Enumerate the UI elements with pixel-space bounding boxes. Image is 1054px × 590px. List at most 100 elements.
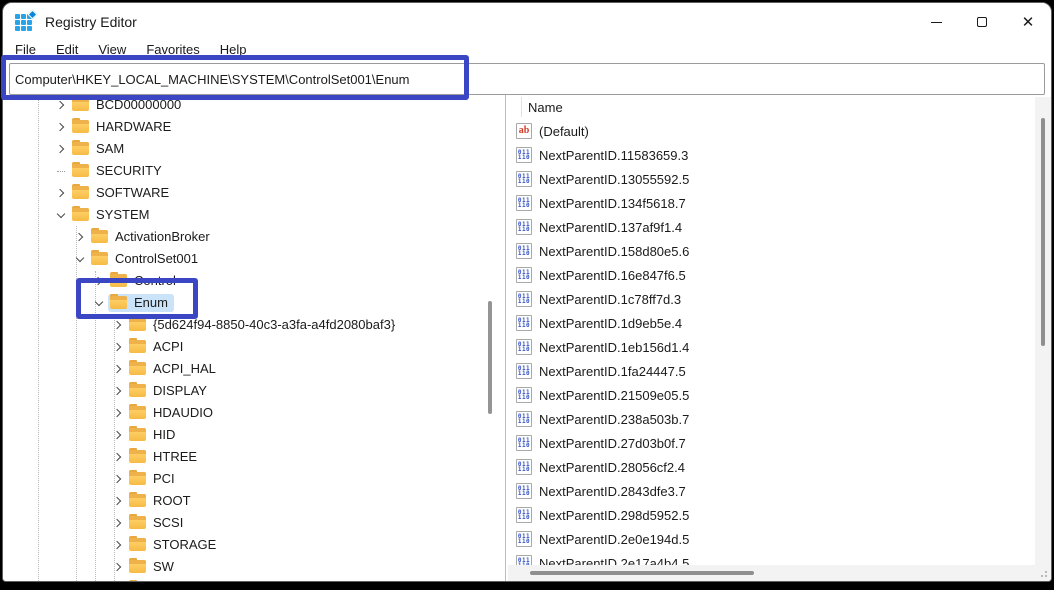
folder-icon xyxy=(129,494,146,507)
tree-item-controlset001[interactable]: ControlSet001 xyxy=(3,248,487,270)
tree-item-label: PCI xyxy=(153,471,175,486)
values-vertical-scrollbar-track[interactable] xyxy=(1035,97,1051,565)
value-row[interactable]: 011110NextParentID.21509e05.5 xyxy=(508,383,1035,407)
value-name: NextParentID.13055592.5 xyxy=(539,172,689,187)
address-bar-input[interactable]: Computer\HKEY_LOCAL_MACHINE\SYSTEM\Contr… xyxy=(9,63,1045,95)
tree-item-activationbroker[interactable]: ActivationBroker xyxy=(3,226,487,248)
dword-value-icon: 011110 xyxy=(516,171,532,187)
value-name: NextParentID.158d80e5.6 xyxy=(539,244,689,259)
value-row[interactable]: 011110NextParentID.1d9eb5e.4 xyxy=(508,311,1035,335)
tree-item-sam[interactable]: SAM xyxy=(3,138,487,160)
tree-item-control[interactable]: Control xyxy=(3,270,487,292)
value-row[interactable]: ab(Default) xyxy=(508,119,1035,143)
dword-value-icon: 011110 xyxy=(516,363,532,379)
chevron-right-icon[interactable] xyxy=(51,97,70,113)
folder-icon xyxy=(129,472,146,485)
tree-item-system[interactable]: SYSTEM xyxy=(3,204,487,226)
chevron-right-icon[interactable] xyxy=(108,559,127,575)
dword-value-icon: 011110 xyxy=(516,483,532,499)
values-vertical-scrollbar-thumb[interactable] xyxy=(1041,118,1045,346)
tree-item-hid[interactable]: HID xyxy=(3,424,487,446)
chevron-right-icon[interactable] xyxy=(108,317,127,333)
tree-item-acpi-hal[interactable]: ACPI_HAL xyxy=(3,358,487,380)
value-row[interactable]: 011110 NextParentID.298d5952.5 xyxy=(508,503,1035,527)
tree-item-label: ACPI_HAL xyxy=(153,361,216,376)
value-row[interactable]: 011110NextParentID.158d80e5.6 xyxy=(508,239,1035,263)
tree-item-htree[interactable]: HTREE xyxy=(3,446,487,468)
chevron-right-icon[interactable] xyxy=(108,339,127,355)
value-row[interactable]: 011110 NextParentID.27d03b0f.7 xyxy=(508,431,1035,455)
chevron-right-icon[interactable] xyxy=(70,229,89,245)
tree-item-acpi[interactable]: ACPI xyxy=(3,336,487,358)
value-row[interactable]: 011110NextParentID.137af9f1.4 xyxy=(508,215,1035,239)
value-name: NextParentID.298d5952.5 xyxy=(539,508,689,523)
value-row[interactable]: 011110NextParentID.2e0e194d.5 xyxy=(508,527,1035,551)
values-horizontal-scrollbar-thumb[interactable] xyxy=(530,571,754,575)
chevron-right-icon[interactable] xyxy=(89,273,108,289)
value-name: NextParentID.27d03b0f.7 xyxy=(539,436,686,451)
tree-item-enum[interactable]: Enum xyxy=(3,292,487,314)
value-row[interactable]: 011110 NextParentID.13055592.5 xyxy=(508,167,1035,191)
value-name: NextParentID.1eb156d1.4 xyxy=(539,340,689,355)
values-horizontal-scrollbar-track[interactable] xyxy=(508,565,1035,581)
chevron-right-icon[interactable] xyxy=(51,141,70,157)
minimize-button[interactable] xyxy=(913,3,959,41)
tree-item-label: Control xyxy=(134,273,176,288)
tree-item-software[interactable]: SOFTWARE xyxy=(3,182,487,204)
tree-item-sw[interactable]: SW xyxy=(3,556,487,578)
tree-item-pci[interactable]: PCI xyxy=(3,468,487,490)
dword-value-icon: 011110 xyxy=(516,531,532,547)
chevron-right-icon[interactable] xyxy=(108,449,127,465)
value-name: NextParentID.1c78ff7d.3 xyxy=(539,292,681,307)
tree-item-label: SCSI xyxy=(153,515,183,530)
name-column-header[interactable]: Name xyxy=(528,100,563,115)
tree-item-swd[interactable]: SWD xyxy=(3,578,487,581)
value-row[interactable]: 011110NextParentID.1c78ff7d.3 xyxy=(508,287,1035,311)
value-row[interactable]: 011110NextParentID.134f5618.7 xyxy=(508,191,1035,215)
chevron-right-icon[interactable] xyxy=(108,427,127,443)
close-button[interactable]: ✕ xyxy=(1005,3,1051,41)
tree-stub xyxy=(51,163,70,179)
chevron-right-icon[interactable] xyxy=(108,537,127,553)
maximize-button[interactable] xyxy=(959,3,1005,41)
chevron-right-icon[interactable] xyxy=(108,361,127,377)
dword-value-icon: 011110 xyxy=(516,195,532,211)
folder-icon xyxy=(110,274,127,287)
tree-item-scsi[interactable]: SCSI xyxy=(3,512,487,534)
dword-value-icon: 011110 xyxy=(516,507,532,523)
value-row[interactable]: 011110NextParentID.1eb156d1.4 xyxy=(508,335,1035,359)
tree-vertical-scrollbar[interactable] xyxy=(488,301,492,414)
chevron-right-icon[interactable] xyxy=(51,185,70,201)
tree-item-5d624f94-8850-40c3-a3fa-a4fd2080baf3[interactable]: {5d624f94-8850-40c3-a3fa-a4fd2080baf3} xyxy=(3,314,487,336)
value-name: NextParentID.238a503b.7 xyxy=(539,412,689,427)
tree-item-root[interactable]: ROOT xyxy=(3,490,487,512)
value-row[interactable]: 011110NextParentID.11583659.3 xyxy=(508,143,1035,167)
chevron-right-icon[interactable] xyxy=(108,471,127,487)
tree-item-storage[interactable]: STORAGE xyxy=(3,534,487,556)
dword-value-icon: 011110 xyxy=(516,219,532,235)
tree-item-security[interactable]: SECURITY xyxy=(3,160,487,182)
value-row[interactable]: 011110NextParentID.238a503b.7 xyxy=(508,407,1035,431)
value-row[interactable]: 011110NextParentID.16e847f6.5 xyxy=(508,263,1035,287)
chevron-right-icon[interactable] xyxy=(108,405,127,421)
tree-item-label: BCD00000000 xyxy=(96,97,181,112)
window-title: Registry Editor xyxy=(45,14,137,30)
tree-item-label: SW xyxy=(153,559,174,574)
tree-item-hdaudio[interactable]: HDAUDIO xyxy=(3,402,487,424)
chevron-right-icon[interactable] xyxy=(51,119,70,135)
chevron-right-icon[interactable] xyxy=(108,515,127,531)
chevron-down-icon[interactable] xyxy=(70,251,89,267)
value-row[interactable]: 011110NextParentID.1fa24447.5 xyxy=(508,359,1035,383)
tree-item-display[interactable]: DISPLAY xyxy=(3,380,487,402)
dword-value-icon: 011110 xyxy=(516,435,532,451)
value-row[interactable]: 011110NextParentID.2843dfe3.7 xyxy=(508,479,1035,503)
column-separator xyxy=(521,97,522,117)
chevron-right-icon[interactable] xyxy=(108,493,127,509)
tree-item-hardware[interactable]: HARDWARE xyxy=(3,116,487,138)
chevron-right-icon[interactable] xyxy=(108,383,127,399)
chevron-down-icon[interactable] xyxy=(51,207,70,223)
tree-item-bcd00000000[interactable]: BCD00000000 xyxy=(3,95,487,116)
chevron-down-icon[interactable] xyxy=(89,295,108,311)
folder-icon xyxy=(72,164,89,177)
value-row[interactable]: 011110NextParentID.28056cf2.4 xyxy=(508,455,1035,479)
